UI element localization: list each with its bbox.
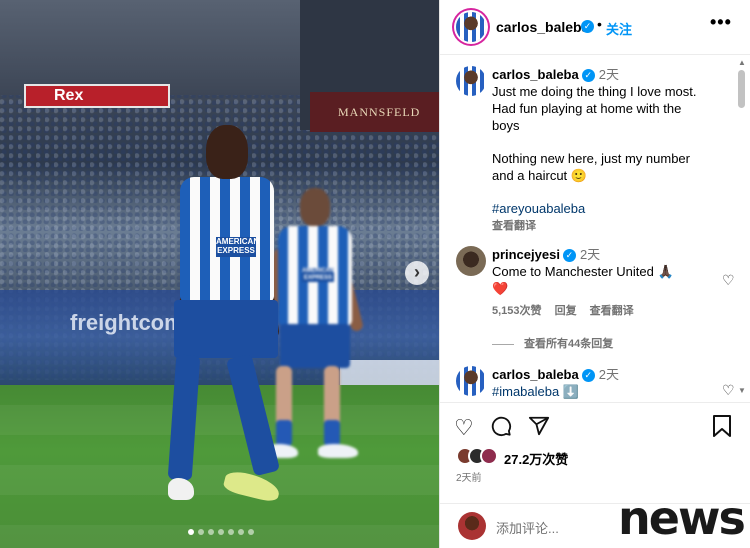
caption-line: Had fun playing at home with the [492, 101, 682, 116]
comment-likes[interactable]: 5,153次赞 [492, 305, 542, 317]
caption-line: Just me doing the thing I love most. [492, 84, 697, 99]
like-heart-icon[interactable]: ♡ [454, 415, 474, 441]
translate-button[interactable]: 查看翻译 [590, 305, 634, 317]
comment-text: Come to Manchester United 🙏🏿 [492, 264, 674, 279]
more-options-icon[interactable]: ••• [710, 12, 732, 33]
caption-translate[interactable]: 查看翻译 [492, 218, 732, 235]
separator: • [597, 16, 602, 32]
author-avatar[interactable] [456, 12, 486, 42]
save-bookmark-icon[interactable] [712, 415, 732, 443]
like-comment-heart-icon[interactable]: ♡ [722, 382, 735, 399]
like-comment-heart-icon[interactable]: ♡ [722, 272, 735, 289]
news-watermark-logo: news [618, 491, 746, 545]
caption-line: Nothing new here, just my number [492, 151, 690, 166]
player-foreground: AMERICAN EXPRESS [166, 125, 286, 510]
comment-item: carlos_baleba ✓ 2天 #imabaleba ⬇️ ♡ [456, 366, 735, 401]
follow-button[interactable]: 关注 [606, 19, 632, 38]
verified-badge-icon: ✓ [581, 20, 594, 33]
verified-badge-icon: ✓ [581, 69, 595, 83]
commenter-avatar[interactable] [456, 366, 486, 396]
verified-badge-icon: ✓ [562, 249, 576, 263]
caption-author-avatar[interactable] [456, 66, 486, 96]
carousel-dot[interactable] [238, 529, 244, 535]
verified-badge-icon: ✓ [581, 369, 595, 383]
comment-username[interactable]: carlos_baleba [492, 367, 579, 382]
reply-button[interactable]: 回复 [555, 305, 577, 317]
post-header: carlos_baleba ✓ • 关注 ••• [440, 0, 750, 55]
scroll-down-arrow-icon[interactable]: ▼ [738, 386, 746, 395]
caption-time: 2天 [598, 67, 619, 82]
comment-emoji: ❤️ [492, 281, 509, 296]
comment-bubble-icon[interactable] [490, 415, 512, 443]
post-photo[interactable]: Rex MANNSFELD freightcom AMERICAN EXPRES… [0, 0, 439, 548]
caption-hashtag[interactable]: #areyouabaleba [492, 200, 732, 217]
comment-username[interactable]: princejyesi [492, 247, 560, 262]
next-photo-button[interactable]: › [405, 261, 429, 285]
liker-avatar [480, 447, 498, 465]
commenter-avatar[interactable] [456, 246, 486, 276]
carousel-dot[interactable] [188, 529, 194, 535]
ad-board-left: Rex [24, 84, 170, 108]
carousel-dot[interactable] [198, 529, 204, 535]
caption-line: and a haircut 🙂 [492, 168, 587, 183]
carousel-dot[interactable] [208, 529, 214, 535]
current-user-avatar [458, 512, 486, 540]
share-send-icon[interactable] [528, 415, 550, 443]
likes-count[interactable]: 27.2万次赞 [504, 449, 568, 468]
carousel-dot[interactable] [218, 529, 224, 535]
post-side-panel: carlos_baleba ✓ • 关注 ••• carlos_baleba ✓ 2… [439, 0, 750, 548]
comment-meta: 5,153次赞 回复 查看翻译 [492, 303, 732, 320]
carousel-dot[interactable] [248, 529, 254, 535]
carousel-dots [188, 529, 254, 535]
scroll-thumb[interactable] [738, 70, 745, 108]
carousel-dot[interactable] [228, 529, 234, 535]
scroll-up-arrow-icon[interactable]: ▲ [738, 58, 746, 67]
ad-board-right: MANNSFELD [310, 92, 439, 132]
comments-list[interactable]: carlos_baleba ✓ 2天 Just me doing the thing… [440, 56, 750, 401]
author-username[interactable]: carlos_baleba [496, 19, 589, 35]
comments-scrollbar[interactable]: ▲ ▼ [736, 56, 746, 401]
caption-username[interactable]: carlos_baleba [492, 67, 579, 82]
add-comment-input[interactable]: 添加评论... [496, 518, 559, 537]
view-replies-button[interactable]: 查看所有44条回复 [492, 335, 613, 351]
comment-time: 2天 [579, 247, 601, 262]
caption-line: boys [492, 118, 520, 133]
comment-time: 2天 [598, 367, 619, 382]
post-time-ago: 2天前 [456, 473, 482, 484]
comment-text[interactable]: #imabaleba ⬇️ [492, 383, 732, 400]
caption: carlos_baleba ✓ 2天 Just me doing the thing… [456, 66, 726, 232]
